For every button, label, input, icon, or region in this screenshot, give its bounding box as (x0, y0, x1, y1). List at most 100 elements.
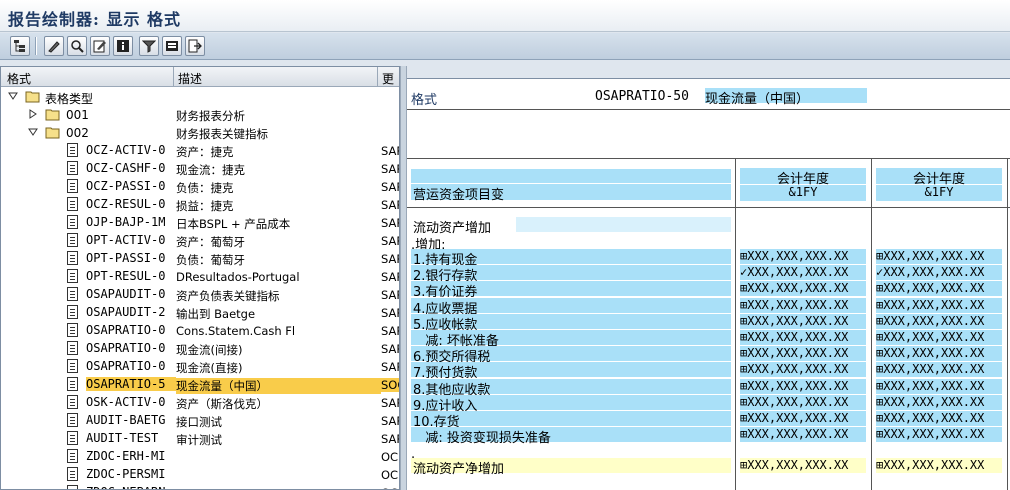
line-value-col2[interactable]: ⊞XXX,XXX,XXX.XX (876, 411, 1002, 426)
tree-item[interactable]: AUDIT-BAETG 接口测试 SAP (1, 412, 399, 430)
tree-item[interactable]: OCZ-RESUL-0 损益：捷克 SAP (1, 196, 399, 214)
line-item[interactable]: 减: 坏帐准备 (411, 330, 731, 349)
line-value-col2[interactable]: ⊞XXX,XXX,XXX.XX (876, 281, 1002, 296)
line-value-col1[interactable]: ⊞XXX,XXX,XXX.XX (740, 362, 866, 377)
hierarchy-button[interactable] (10, 36, 30, 56)
tree-item[interactable]: ZDOC-NEBARN OC (1, 484, 399, 489)
column-header-more[interactable]: 更 (382, 70, 394, 87)
line-value-col2[interactable]: ⊞XXX,XXX,XXX.XX (876, 379, 1002, 394)
tree-item[interactable]: OCZ-CASHF-0 现金流：捷克 SAP (1, 160, 399, 178)
tree-item[interactable]: OSAPRATIO-5现金流量（中国）SOC (1, 376, 399, 394)
tree-item-description: 负债：葡萄牙 (176, 253, 245, 267)
tree-item-code: OCZ-PASSI-0 (86, 179, 166, 193)
line-value-col2[interactable]: ⊞XXX,XXX,XXX.XX (876, 249, 1002, 264)
tree-item[interactable]: OSAPRATIO-0 Cons.Statem.Cash Fl SAP (1, 322, 399, 340)
display-button[interactable] (162, 36, 182, 56)
line-value-col2[interactable]: ⊞XXX,XXX,XXX.XX (876, 298, 1002, 313)
total-row[interactable]: 流动资产净增加 (411, 458, 731, 477)
line-value-col1[interactable]: ⊞XXX,XXX,XXX.XX (740, 330, 866, 345)
document-icon (67, 269, 78, 283)
tree-item-description: 资产：捷克 (176, 145, 234, 159)
line-item[interactable]: 6.预交所得税 (411, 346, 731, 365)
tree-item-code: OJP-BAJP-1M (86, 215, 166, 229)
tree-item[interactable]: OSK-ACTIV-0 资产（斯洛伐克） SAP (1, 394, 399, 412)
line-item[interactable]: 3.有价证券 (411, 281, 731, 300)
tree-item-code: ZDOC-ERH-MI (86, 449, 166, 463)
window-title: 报告绘制器: 显示 格式 (8, 10, 182, 29)
tree-item[interactable]: OCZ-ACTIV-0 资产：捷克 SAP (1, 142, 399, 160)
line-value-col2[interactable]: ⊞XXX,XXX,XXX.XX (876, 427, 1002, 442)
info-button[interactable] (113, 36, 133, 56)
line-item[interactable]: 9.应计收入 (411, 395, 731, 414)
line-item[interactable]: 5.应收帐款 (411, 314, 731, 333)
tree-item-more: SAP (381, 270, 399, 284)
change-button[interactable] (90, 36, 110, 56)
expand-icon[interactable] (28, 109, 38, 119)
line-item[interactable]: 2.银行存款 (411, 265, 731, 284)
tree-item-description: 负债：捷克 (176, 181, 234, 195)
transport-button[interactable] (185, 36, 205, 56)
document-icon (67, 413, 78, 427)
document-icon (67, 467, 78, 481)
line-item[interactable]: 4.应收票据 (411, 298, 731, 317)
line-value-col1[interactable]: ⊞XXX,XXX,XXX.XX (740, 395, 866, 410)
tree-item[interactable]: ZDOC-ERH-MI OC (1, 448, 399, 466)
format-tree-pane: 格式 描述 更 表格类型 001 财务报表分析 002 财务报表关键指标 OCZ… (0, 66, 400, 490)
group-title-row[interactable]: 流动资产增加 (411, 217, 731, 236)
line-item[interactable]: 减: 投资变现损失准备 (411, 427, 731, 446)
column-2-title[interactable]: 会计年度 (876, 168, 1002, 187)
edit-button[interactable] (44, 36, 64, 56)
line-value-col1[interactable]: ⊞XXX,XXX,XXX.XX (740, 346, 866, 361)
tree-root-node[interactable]: 表格类型 (1, 88, 399, 106)
tree-item[interactable]: OPT-RESUL-0 DResultados-Portugal SAP (1, 268, 399, 286)
line-value-col1[interactable]: ⊞XXX,XXX,XXX.XX (740, 314, 866, 329)
line-value-col1[interactable]: ⊞XXX,XXX,XXX.XX (740, 249, 866, 264)
tree-item[interactable]: ZDOC-PERSMI OC (1, 466, 399, 484)
tree-item[interactable]: OJP-BAJP-1M 日本BSPL + 产品成本 SAP (1, 214, 399, 232)
tree-item[interactable]: OSAPAUDIT-2 输出到 Baetge SAP (1, 304, 399, 322)
collapse-icon[interactable] (28, 127, 38, 137)
tree-item-description: DResultados-Portugal (176, 270, 300, 284)
line-value-col1[interactable]: ⊞XXX,XXX,XXX.XX (740, 281, 866, 296)
total-value-col2[interactable]: ⊞XXX,XXX,XXX.XX (876, 458, 1002, 473)
line-value-col2[interactable]: ✓XXX,XXX,XXX.XX (876, 265, 1002, 280)
line-value-col1[interactable]: ⊞XXX,XXX,XXX.XX (740, 298, 866, 313)
document-icon (67, 395, 78, 409)
column-1-title[interactable]: 会计年度 (740, 168, 866, 187)
line-value-col2[interactable]: ⊞XXX,XXX,XXX.XX (876, 314, 1002, 329)
column-header-description[interactable]: 描述 (178, 70, 202, 87)
find-button[interactable] (67, 36, 87, 56)
line-item[interactable]: 1.持有现金 (411, 249, 731, 268)
line-value-col2[interactable]: ⊞XXX,XXX,XXX.XX (876, 395, 1002, 410)
line-value-col2[interactable]: ⊞XXX,XXX,XXX.XX (876, 330, 1002, 345)
tree-group-node[interactable]: 002 财务报表关键指标 (1, 124, 399, 142)
line-value-col1[interactable]: ✓XXX,XXX,XXX.XX (740, 265, 866, 280)
line-item[interactable]: 7.预付货款 (411, 362, 731, 381)
collapse-icon[interactable] (8, 91, 18, 101)
total-value-col1[interactable]: ⊞XXX,XXX,XXX.XX (740, 458, 866, 473)
line-item[interactable]: 10.存货 (411, 411, 731, 430)
pane-splitter[interactable] (400, 66, 407, 490)
tree-group-node[interactable]: 001 财务报表分析 (1, 106, 399, 124)
document-icon (67, 287, 78, 301)
tree-item[interactable]: OSAPAUDIT-0 资产负债表关键指标 SAP (1, 286, 399, 304)
tree-item-code: OCZ-CASHF-0 (86, 161, 166, 175)
section-header[interactable]: 营运资金项目变 (411, 184, 731, 203)
tree-item-code: OPT-PASSI-0 (86, 251, 166, 265)
tree-item-code: AUDIT-TEST (86, 431, 159, 445)
tree-item[interactable]: OSAPRATIO-0 现金流(直接) SAP (1, 358, 399, 376)
tree-item[interactable]: OPT-PASSI-0 负债：葡萄牙 SAP (1, 250, 399, 268)
tree-item[interactable]: AUDIT-TEST 审计测试 SAP (1, 430, 399, 448)
line-item[interactable]: 8.其他应收款 (411, 379, 731, 398)
section-header-bar (411, 169, 731, 183)
line-value-col2[interactable]: ⊞XXX,XXX,XXX.XX (876, 346, 1002, 361)
line-value-col1[interactable]: ⊞XXX,XXX,XXX.XX (740, 411, 866, 426)
column-header-format[interactable]: 格式 (7, 70, 31, 87)
line-value-col2[interactable]: ⊞XXX,XXX,XXX.XX (876, 362, 1002, 377)
filter-button[interactable] (139, 36, 159, 56)
tree-item[interactable]: OSAPRATIO-0 现金流(间接) SAP (1, 340, 399, 358)
line-value-col1[interactable]: ⊞XXX,XXX,XXX.XX (740, 427, 866, 442)
line-value-col1[interactable]: ⊞XXX,XXX,XXX.XX (740, 379, 866, 394)
tree-item[interactable]: OPT-ACTIV-0 资产：葡萄牙 SAP (1, 232, 399, 250)
tree-item[interactable]: OCZ-PASSI-0 负债：捷克 SAP (1, 178, 399, 196)
